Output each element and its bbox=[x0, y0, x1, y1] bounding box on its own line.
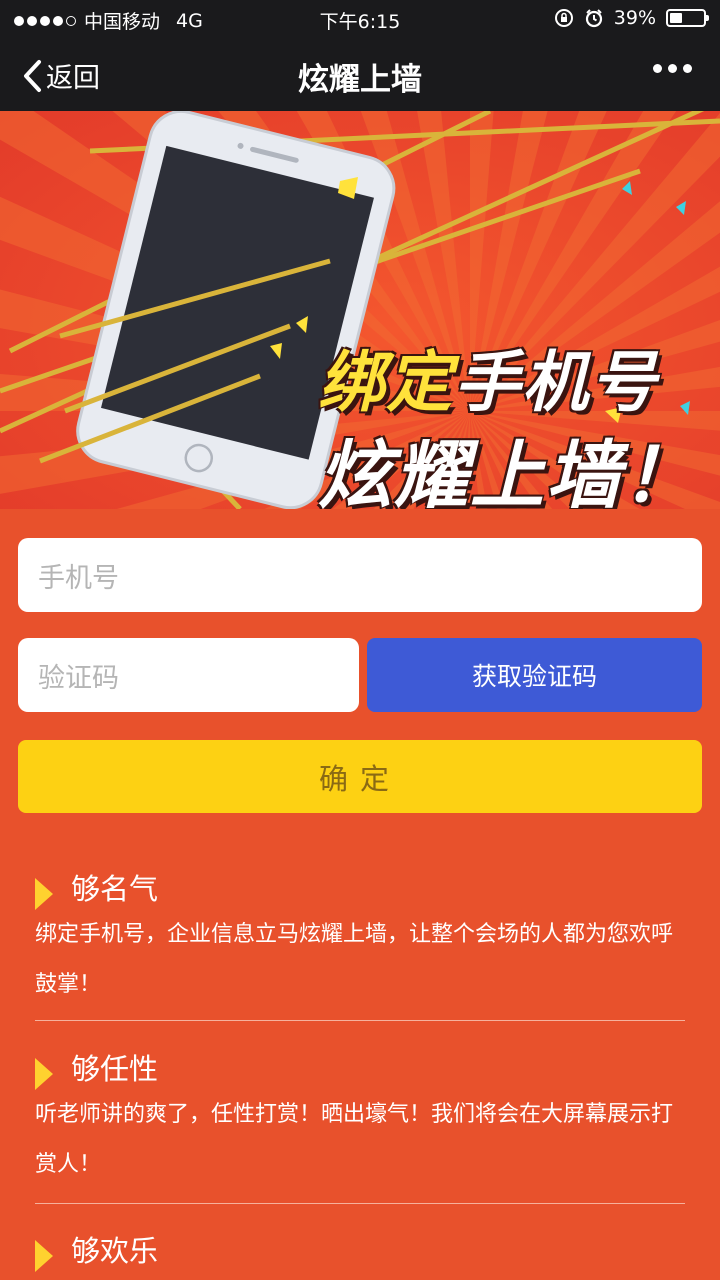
feature-body: 听老师讲的爽了，任性打赏！晒出壕气！我们将会在大屏幕展示打赏人！ bbox=[35, 1102, 674, 1177]
get-code-button[interactable]: 获取验证码 bbox=[367, 638, 702, 712]
feature-title: 够任性 bbox=[71, 1052, 159, 1086]
battery-icon bbox=[666, 9, 709, 27]
banner-headline-1: 绑定手机号 bbox=[318, 329, 658, 425]
banner-headline-2: 炫耀上墙！ bbox=[318, 433, 698, 509]
banner-line1: 手机号 bbox=[454, 344, 658, 421]
bullet-triangle-icon bbox=[35, 1058, 53, 1090]
bullet-triangle-icon bbox=[35, 1240, 53, 1272]
battery-percent: 39% bbox=[613, 7, 656, 29]
bullet-triangle-icon bbox=[35, 878, 53, 910]
feature-title: 够名气 bbox=[71, 872, 159, 906]
confirm-button[interactable]: 确定 bbox=[18, 740, 702, 813]
promo-banner: 绑定手机号 炫耀上墙！ bbox=[0, 111, 720, 509]
banner-highlight: 绑定 bbox=[318, 344, 454, 421]
feature-body: 绑定手机号，企业信息立马炫耀上墙，让整个会场的人都为您欢呼鼓掌！ bbox=[35, 922, 674, 997]
nav-bar: 返回 炫耀上墙 bbox=[0, 38, 720, 111]
status-right: 39% bbox=[554, 7, 709, 29]
divider bbox=[35, 1020, 685, 1021]
more-dots-icon[interactable] bbox=[653, 64, 692, 73]
page-title: 炫耀上墙 bbox=[298, 62, 422, 98]
code-placeholder: 验证码 bbox=[38, 662, 119, 694]
phone-input[interactable]: 手机号 bbox=[18, 538, 702, 612]
code-input[interactable]: 验证码 bbox=[18, 638, 359, 712]
divider bbox=[35, 1203, 685, 1204]
status-bar: 中国移动 4G 下午6:15 39% bbox=[0, 0, 720, 38]
rotation-lock-icon bbox=[554, 9, 573, 27]
alarm-icon bbox=[585, 9, 602, 28]
phone-placeholder: 手机号 bbox=[38, 562, 119, 594]
feature-title: 够欢乐 bbox=[71, 1234, 159, 1268]
